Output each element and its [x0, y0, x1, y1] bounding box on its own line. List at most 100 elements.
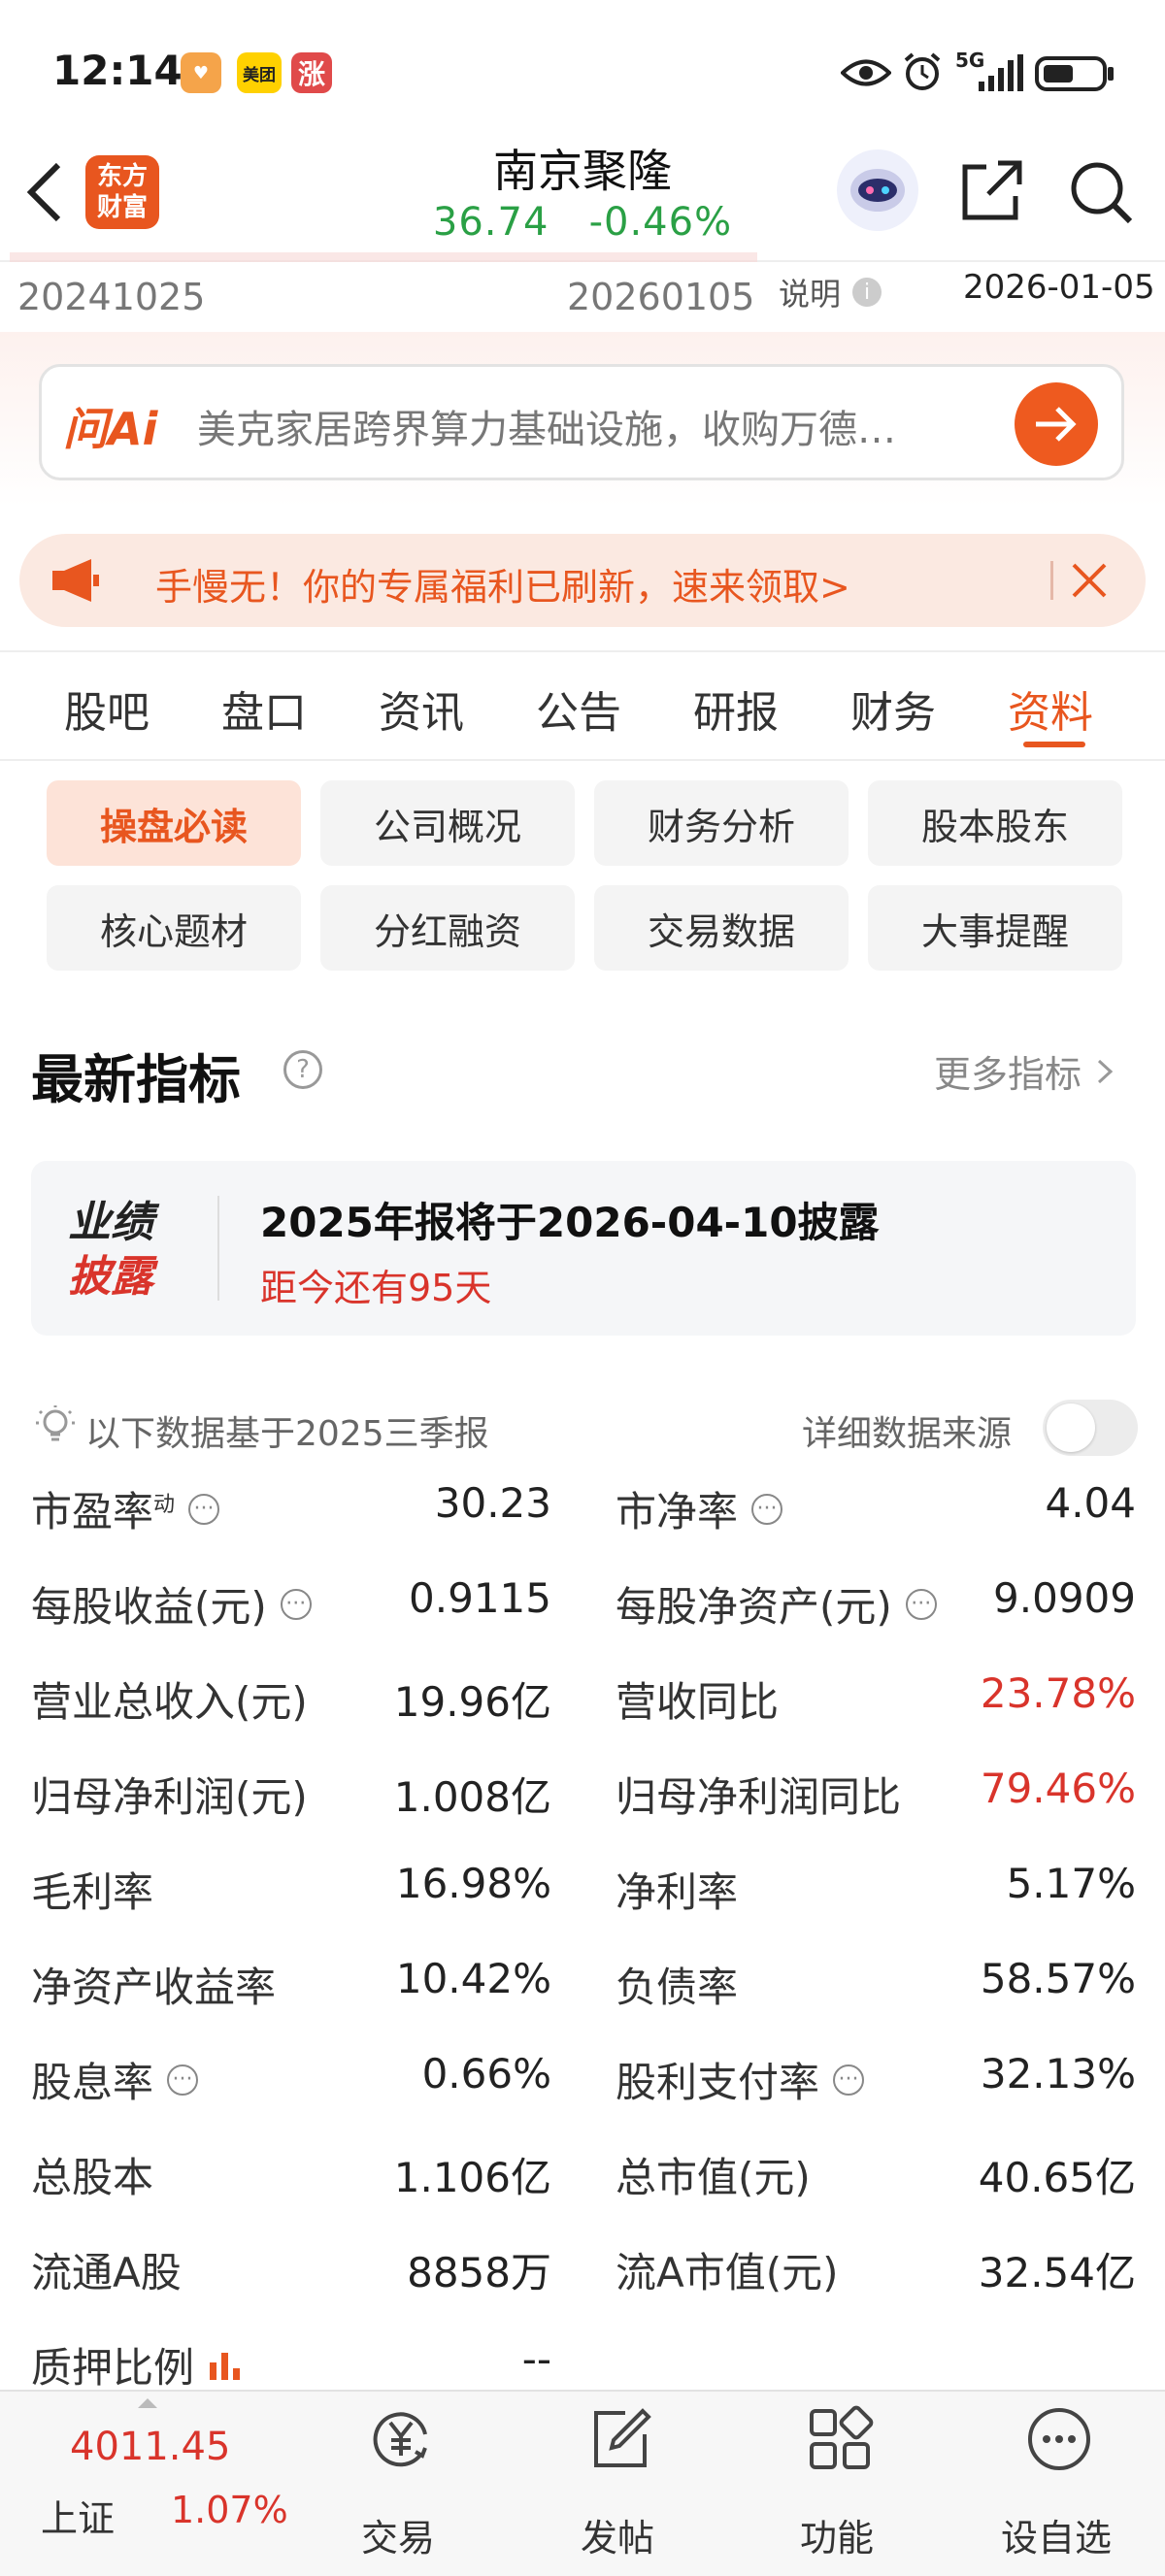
- nav-add-watchlist[interactable]: 设自选: [959, 2392, 1153, 2576]
- earnings-countdown: 距今还有95天: [260, 1267, 492, 1309]
- data-source-toggle[interactable]: [1043, 1400, 1138, 1456]
- close-icon[interactable]: [1068, 559, 1111, 606]
- more-metrics-link[interactable]: 更多指标: [934, 1044, 1115, 1098]
- chart-remnant: [10, 252, 757, 262]
- bottom-nav: 4011.45 上证 1.07% 交易 发帖 功能 设自选: [0, 2390, 1165, 2576]
- ai-logo: 问Ai: [63, 403, 158, 455]
- card-divider: [217, 1196, 219, 1301]
- ai-robot-icon[interactable]: [837, 149, 918, 231]
- metric-pb-label: 市净率 ···: [616, 1479, 783, 1538]
- tab-bar: 股吧 盘口 资讯 公告 研报 财务 资料: [0, 650, 1165, 761]
- signal-icon: [975, 54, 1025, 97]
- tab-announce[interactable]: 公告: [536, 677, 621, 740]
- chip-trading-data[interactable]: 交易数据: [594, 885, 849, 971]
- metric-payout-label: 股利支付率 ···: [616, 2050, 865, 2109]
- dots-info-icon[interactable]: ···: [751, 1493, 783, 1525]
- metric-net-profit-label: 归母净利润(元): [31, 1773, 308, 1821]
- metric-roe-value: 10.42%: [395, 1955, 551, 2002]
- dots-info-icon[interactable]: ···: [833, 2064, 865, 2096]
- nav-functions-label: 功能: [799, 2517, 874, 2559]
- metric-pe-label: 市盈率动 ···: [31, 1479, 220, 1538]
- pe-text: 市盈率: [31, 1488, 154, 1536]
- chip-core-themes[interactable]: 核心题材: [47, 885, 301, 971]
- chevron-right-icon: [1098, 1059, 1114, 1083]
- badge-line1: 业绩: [68, 1198, 153, 1247]
- metric-bvps-label: 每股净资产(元) ···: [616, 1574, 937, 1634]
- metric-float-shares-label: 流通A股: [31, 2249, 182, 2296]
- earnings-card[interactable]: 业绩 披露 2025年报将于2026-04-10披露 距今还有95天: [31, 1161, 1136, 1336]
- note-button[interactable]: 说明 i: [779, 270, 882, 314]
- help-icon[interactable]: ?: [283, 1050, 322, 1089]
- chip-must-read[interactable]: 操盘必读: [47, 780, 301, 866]
- nav-functions[interactable]: 功能: [740, 2392, 934, 2576]
- tab-active-indicator: [1023, 742, 1085, 747]
- promo-banner[interactable]: 手慢无！你的专属福利已刷新，速来领取>: [19, 534, 1146, 627]
- yen-icon: [373, 2412, 427, 2467]
- earnings-headline: 2025年报将于2026-04-10披露: [260, 1199, 880, 1246]
- metric-revenue-value: 19.96亿: [393, 1678, 551, 1726]
- bvps-text: 每股净资产(元): [616, 1583, 892, 1631]
- tab-pankou[interactable]: 盘口: [221, 677, 307, 740]
- metric-total-shares-value: 1.106亿: [393, 2154, 551, 2201]
- more-metrics-label: 更多指标: [934, 1053, 1082, 1096]
- metric-net-margin-label: 净利率: [616, 1868, 739, 1916]
- chip-financial-analysis[interactable]: 财务分析: [594, 780, 849, 866]
- share-icon[interactable]: [959, 157, 1025, 227]
- dots-info-icon[interactable]: ···: [167, 2064, 199, 2096]
- edit-icon: [594, 2408, 651, 2467]
- tab-finance[interactable]: 财务: [850, 677, 936, 740]
- metric-revenue-yoy-value: 23.78%: [980, 1669, 1136, 1717]
- chip-shareholders[interactable]: 股本股东: [868, 780, 1122, 866]
- chip-company-overview[interactable]: 公司概况: [320, 780, 575, 866]
- ai-ask-bar[interactable]: 问Ai 美克家居跨界算力基础设施，收购万德…: [39, 364, 1124, 480]
- pe-sup: 动: [153, 1493, 176, 1517]
- nav-trade[interactable]: 交易: [301, 2392, 495, 2576]
- tab-profile[interactable]: 资料: [1008, 677, 1093, 740]
- tab-guba[interactable]: 股吧: [64, 677, 150, 740]
- chart-start-date: 20241025: [17, 276, 206, 318]
- metric-pb-value: 4.04: [1045, 1479, 1136, 1527]
- bulb-icon: [35, 1404, 76, 1450]
- ai-go-button[interactable]: [1015, 382, 1098, 466]
- chip-dividends[interactable]: 分红融资: [320, 885, 575, 971]
- app-zhang-icon: 涨: [291, 52, 332, 93]
- data-basis-note: 以下数据基于2025三季报: [85, 1414, 489, 1454]
- dots-info-icon[interactable]: ···: [188, 1493, 220, 1525]
- index-name: 上证: [41, 2497, 116, 2540]
- data-source-label: 详细数据来源: [802, 1414, 1013, 1454]
- dy-text: 股息率: [31, 2059, 154, 2106]
- chip-events[interactable]: 大事提醒: [868, 885, 1122, 971]
- grid-icon: [810, 2405, 874, 2469]
- section-title: 最新指标: [31, 1049, 241, 1110]
- metric-pe-value: 30.23: [434, 1479, 551, 1527]
- chart-end-date: 20260105: [567, 276, 755, 318]
- dots-info-icon[interactable]: ···: [905, 1588, 937, 1620]
- metric-market-cap-label: 总市值(元): [616, 2154, 811, 2201]
- dots-info-icon[interactable]: ···: [280, 1588, 312, 1620]
- metric-revenue-label: 营业总收入(元): [31, 1678, 308, 1726]
- tab-news[interactable]: 资讯: [379, 677, 464, 740]
- metric-float-cap-value: 32.54亿: [978, 2249, 1136, 2296]
- metric-debt-ratio-label: 负债率: [616, 1964, 739, 2011]
- metric-total-shares-label: 总股本: [31, 2154, 154, 2201]
- alarm-icon: [901, 50, 944, 97]
- info-icon: i: [852, 278, 882, 307]
- pb-text: 市净率: [616, 1488, 739, 1536]
- metric-debt-ratio-value: 58.57%: [980, 1955, 1136, 2002]
- bar-chart-icon[interactable]: [208, 2349, 243, 2382]
- search-icon[interactable]: [1068, 159, 1134, 229]
- nav-trade-label: 交易: [360, 2517, 435, 2559]
- tab-research[interactable]: 研报: [693, 677, 779, 740]
- nav-post[interactable]: 发帖: [520, 2392, 715, 2576]
- metric-pledge-label: 质押比例: [31, 2335, 243, 2394]
- metric-net-profit-yoy-value: 79.46%: [980, 1765, 1136, 1812]
- metric-dividend-yield-value: 0.66%: [421, 2050, 551, 2097]
- nav-add-watchlist-label: 设自选: [1000, 2517, 1112, 2559]
- megaphone-icon: [49, 557, 103, 608]
- stock-price: 36.74: [432, 200, 549, 245]
- metric-gross-margin-value: 16.98%: [395, 1860, 551, 1907]
- battery-icon: [1035, 56, 1116, 95]
- index-ticker[interactable]: 4011.45 上证 1.07%: [39, 2392, 288, 2576]
- toggle-knob: [1047, 1404, 1095, 1452]
- status-bar: 12:14 ♥ 美团 涨 5G: [0, 0, 1165, 146]
